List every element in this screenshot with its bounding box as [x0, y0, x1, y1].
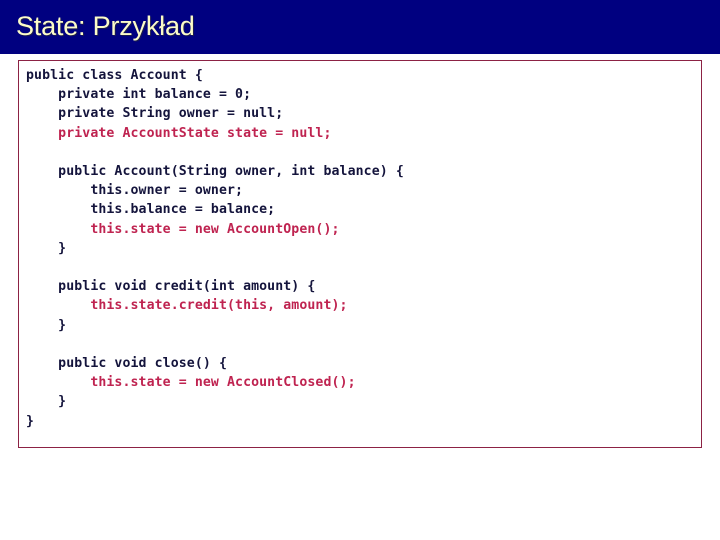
code-line: this.state = new AccountOpen();	[26, 221, 340, 237]
code-line: this.state.credit(this, amount);	[26, 298, 348, 314]
code-line: this.owner = owner;	[26, 183, 244, 199]
code-line: public class Account {	[26, 68, 203, 83]
code-line: public Account(String owner, int balance…	[26, 164, 404, 180]
code-line: this.state = new AccountClosed();	[26, 375, 356, 391]
code-line: }	[26, 240, 67, 256]
code-line: }	[26, 413, 35, 429]
code-line: private int balance = 0;	[26, 87, 252, 103]
code-listing: public class Account { private int balan…	[26, 66, 404, 431]
code-line: private AccountState state = null;	[26, 125, 332, 141]
slide: State: Przykład public class Account { p…	[0, 0, 720, 540]
code-line: }	[26, 317, 67, 333]
code-line: private String owner = null;	[26, 106, 284, 122]
code-line: public void credit(int amount) {	[26, 279, 316, 295]
code-line: public void close() {	[26, 356, 227, 372]
code-line: }	[26, 394, 67, 410]
slide-title-bar: State: Przykład	[0, 0, 720, 54]
page-title: State: Przykład	[16, 11, 195, 41]
code-line: this.balance = balance;	[26, 202, 276, 218]
code-block: public class Account { private int balan…	[18, 60, 702, 448]
